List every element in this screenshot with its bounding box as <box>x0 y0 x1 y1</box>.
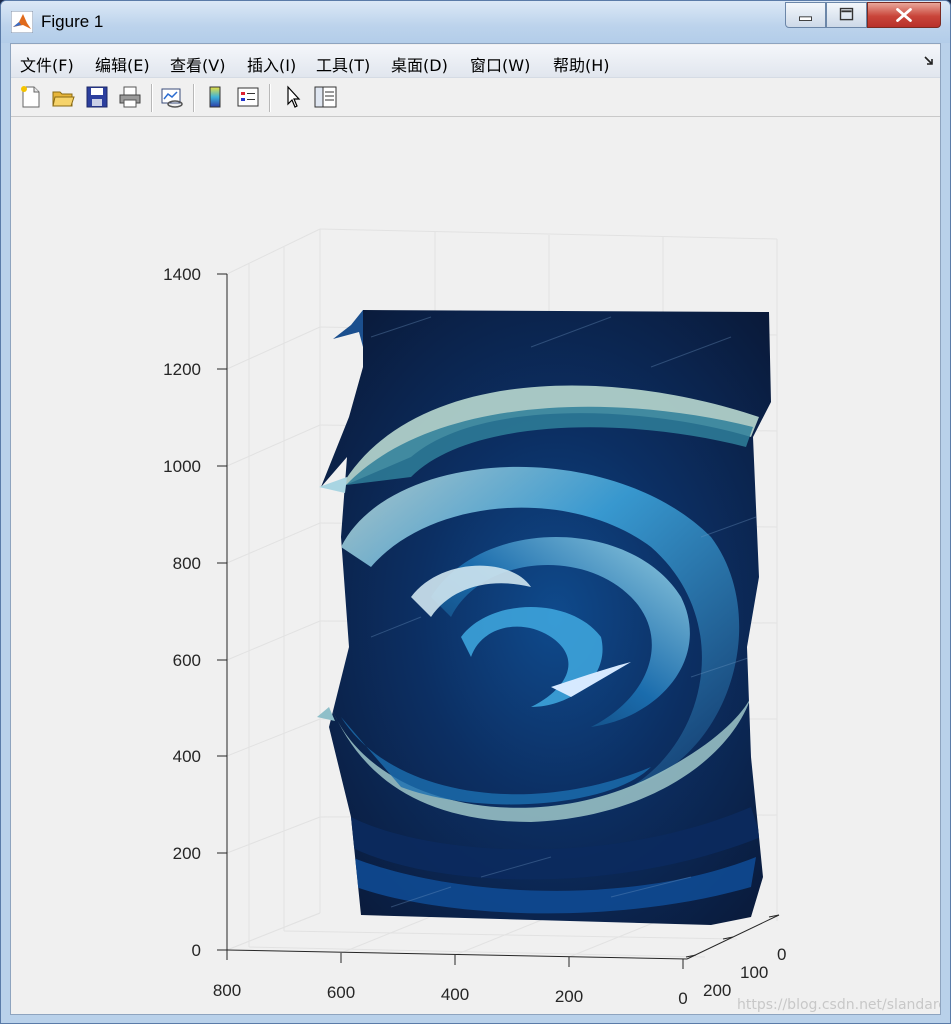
watermark-text: https://blog.csdn.net/slandarer <box>737 997 940 1013</box>
property-inspector-icon[interactable] <box>312 84 338 110</box>
close-button[interactable] <box>867 2 941 28</box>
x-tick-label: 400 <box>441 985 469 1004</box>
toolbar-separator <box>193 84 194 112</box>
z-tick-label: 600 <box>173 651 201 670</box>
toolbar-separator <box>269 84 270 112</box>
toolbar-separator <box>151 84 152 112</box>
insert-legend-icon[interactable] <box>235 84 261 110</box>
open-file-icon[interactable] <box>50 84 76 110</box>
print-icon[interactable] <box>117 84 143 110</box>
menu-help[interactable]: 帮助(H) <box>553 52 610 76</box>
swirl-surface <box>317 310 771 925</box>
menu-tools[interactable]: 工具(T) <box>316 52 370 76</box>
menu-view[interactable]: 查看(V) <box>170 52 225 76</box>
edit-plot-pointer-icon[interactable] <box>280 84 306 110</box>
z-tick-label: 1400 <box>163 265 201 284</box>
x-tick-label: 0 <box>678 989 687 1008</box>
z-tick-label: 200 <box>173 844 201 863</box>
menu-edit[interactable]: 编辑(E) <box>95 52 150 76</box>
figure-window: Figure 1 文件(F) 编辑(E) 查看(V) 插入(I) 工具(T) 桌… <box>0 0 951 1024</box>
matlab-logo-icon <box>11 11 33 33</box>
y-tick-label: 100 <box>740 963 768 982</box>
close-icon <box>896 8 912 22</box>
z-tick-label: 400 <box>173 747 201 766</box>
maximize-button[interactable] <box>826 2 867 28</box>
menu-bar: 文件(F) 编辑(E) 查看(V) 插入(I) 工具(T) 桌面(D) 窗口(W… <box>11 45 940 78</box>
restore-icon <box>839 7 854 21</box>
y-tick-label: 0 <box>777 945 786 964</box>
window-title: Figure 1 <box>41 12 104 31</box>
menu-desktop[interactable]: 桌面(D) <box>391 52 448 76</box>
menu-file[interactable]: 文件(F) <box>20 52 74 76</box>
minimize-button[interactable] <box>785 2 826 28</box>
figure-toolbar <box>11 78 940 117</box>
title-bar[interactable]: Figure 1 <box>1 1 950 43</box>
minimize-icon <box>799 16 812 21</box>
y-axis: 0 100 200 <box>685 914 786 1000</box>
z-axis: 1400 1200 1000 800 600 400 200 0 <box>163 265 227 960</box>
menu-insert[interactable]: 插入(I) <box>247 52 296 76</box>
z-tick-label: 800 <box>173 554 201 573</box>
save-icon[interactable] <box>84 84 110 110</box>
figure-canvas: 1400 1200 1000 800 600 400 200 0 800 600… <box>11 117 940 1014</box>
insert-colorbar-icon[interactable] <box>202 84 228 110</box>
surface-plot-axes[interactable]: 1400 1200 1000 800 600 400 200 0 800 600… <box>11 117 940 1014</box>
x-tick-label: 200 <box>555 987 583 1006</box>
dock-arrow-icon[interactable] <box>924 56 934 66</box>
x-tick-label: 600 <box>327 983 355 1002</box>
z-tick-label: 1000 <box>163 457 201 476</box>
y-tick-label: 200 <box>703 981 731 1000</box>
z-tick-label: 0 <box>192 941 201 960</box>
z-tick-label: 1200 <box>163 360 201 379</box>
link-plot-icon[interactable] <box>159 84 185 110</box>
figure-client-area: 文件(F) 编辑(E) 查看(V) 插入(I) 工具(T) 桌面(D) 窗口(W… <box>10 43 941 1015</box>
x-tick-label: 800 <box>213 981 241 1000</box>
menu-window[interactable]: 窗口(W) <box>470 52 530 76</box>
x-axis: 800 600 400 200 0 <box>213 950 688 1008</box>
new-figure-icon[interactable] <box>17 84 43 110</box>
